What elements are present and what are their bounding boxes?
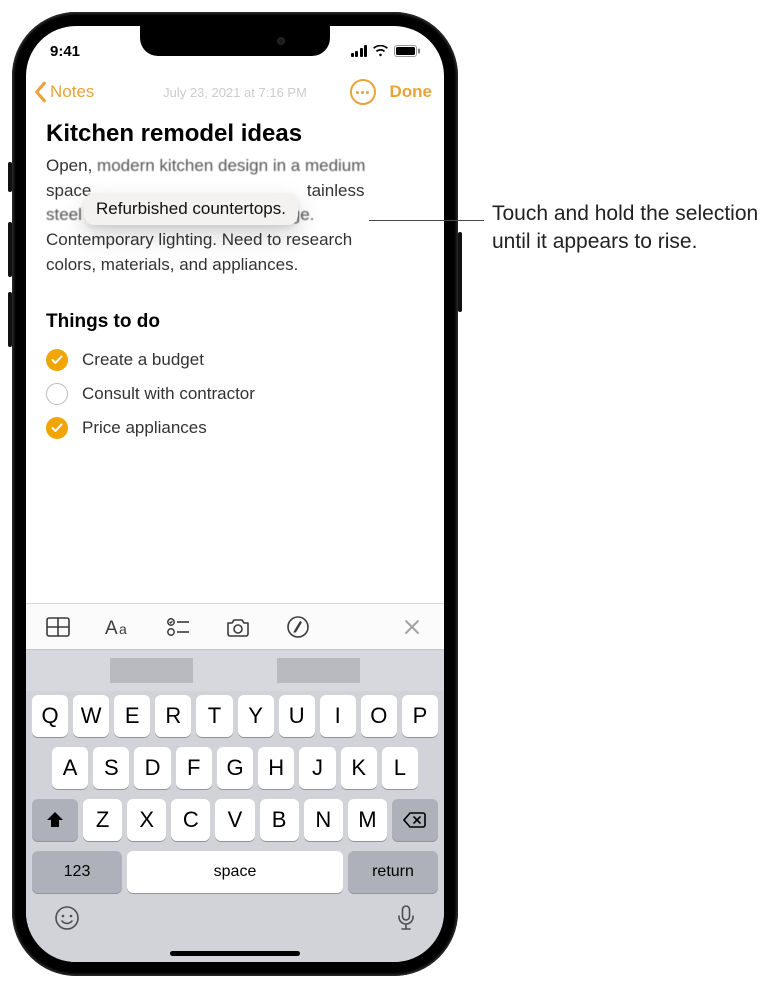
svg-text:A: A [105, 618, 118, 637]
camera-icon[interactable] [224, 613, 252, 641]
back-button[interactable]: Notes [32, 81, 94, 103]
checklist-label: Price appliances [82, 418, 207, 438]
callout-leader [369, 220, 484, 221]
key-i[interactable]: I [320, 695, 356, 737]
key-g[interactable]: G [217, 747, 253, 789]
key-x[interactable]: X [127, 799, 166, 841]
key-m[interactable]: M [348, 799, 387, 841]
callout-text: Touch and hold the selection until it ap… [492, 200, 762, 257]
text-format-icon[interactable]: Aa [104, 613, 132, 641]
key-q[interactable]: Q [32, 695, 68, 737]
checklist-icon[interactable] [164, 613, 192, 641]
cellular-icon [351, 45, 368, 57]
screen: 9:41 Notes July 23, 2021 at 7:16 PM Done… [26, 26, 444, 962]
shift-key[interactable] [32, 799, 78, 841]
status-time: 9:41 [50, 43, 80, 60]
key-b[interactable]: B [260, 799, 299, 841]
key-c[interactable]: C [171, 799, 210, 841]
key-r[interactable]: R [155, 695, 191, 737]
checklist: Create a budget Consult with contractor Pr… [46, 343, 424, 445]
key-d[interactable]: D [134, 747, 170, 789]
section-heading[interactable]: Things to do [46, 311, 424, 333]
power-button [458, 232, 462, 312]
checklist-label: Consult with contractor [82, 384, 255, 404]
suggestion-bar[interactable] [26, 649, 444, 691]
key-y[interactable]: Y [238, 695, 274, 737]
backspace-key[interactable] [392, 799, 438, 841]
numbers-key[interactable]: 123 [32, 851, 122, 893]
checkmark-circle-icon[interactable] [46, 417, 68, 439]
note-editor[interactable]: Kitchen remodel ideas Open, modern kitch… [26, 114, 444, 603]
notch [140, 26, 330, 56]
key-f[interactable]: F [176, 747, 212, 789]
checklist-label: Create a budget [82, 350, 204, 370]
empty-circle-icon[interactable] [46, 383, 68, 405]
dictation-key[interactable] [396, 905, 416, 936]
key-o[interactable]: O [361, 695, 397, 737]
format-toolbar: Aa [26, 603, 444, 649]
checklist-item[interactable]: Consult with contractor [46, 377, 424, 411]
checkmark-circle-icon[interactable] [46, 349, 68, 371]
iphone-frame: 9:41 Notes July 23, 2021 at 7:16 PM Done… [12, 12, 458, 976]
battery-icon [394, 45, 420, 57]
key-h[interactable]: H [258, 747, 294, 789]
key-a[interactable]: A [52, 747, 88, 789]
key-l[interactable]: L [382, 747, 418, 789]
more-button[interactable] [350, 79, 376, 105]
key-j[interactable]: J [299, 747, 335, 789]
wifi-icon [372, 45, 389, 57]
return-key[interactable]: return [348, 851, 438, 893]
table-icon[interactable] [44, 613, 72, 641]
key-z[interactable]: Z [83, 799, 122, 841]
home-indicator[interactable] [170, 951, 300, 956]
key-n[interactable]: N [304, 799, 343, 841]
key-w[interactable]: W [73, 695, 109, 737]
back-label: Notes [50, 82, 94, 102]
keyboard: QWERTYUIOP ASDFGHJKL ZXCVBNM 123 space r… [26, 649, 444, 962]
note-title[interactable]: Kitchen remodel ideas [46, 120, 424, 148]
key-t[interactable]: T [196, 695, 232, 737]
key-u[interactable]: U [279, 695, 315, 737]
markup-icon[interactable] [284, 613, 312, 641]
dragged-selection[interactable]: Refurbished countertops. [84, 193, 298, 225]
checklist-item[interactable]: Create a budget [46, 343, 424, 377]
nav-bar: Notes July 23, 2021 at 7:16 PM Done [26, 70, 444, 114]
volume-down-button [8, 292, 12, 347]
done-button[interactable]: Done [390, 82, 433, 102]
key-v[interactable]: V [215, 799, 254, 841]
chevron-left-icon [32, 81, 48, 103]
key-p[interactable]: P [402, 695, 438, 737]
key-e[interactable]: E [114, 695, 150, 737]
close-toolbar-icon[interactable] [398, 613, 426, 641]
mute-switch [8, 162, 12, 192]
svg-text:a: a [119, 621, 127, 637]
space-key[interactable]: space [127, 851, 343, 893]
volume-up-button [8, 222, 12, 277]
key-k[interactable]: K [341, 747, 377, 789]
checklist-item[interactable]: Price appliances [46, 411, 424, 445]
key-s[interactable]: S [93, 747, 129, 789]
emoji-key[interactable] [54, 905, 80, 936]
